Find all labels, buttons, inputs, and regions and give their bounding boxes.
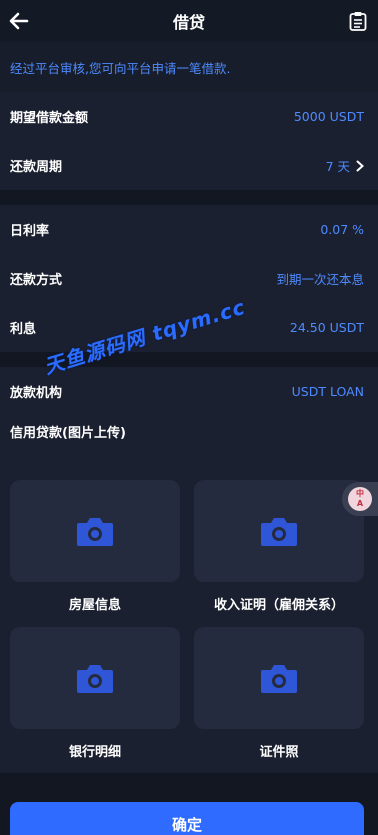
clipboard-icon[interactable] xyxy=(349,11,367,31)
upload-label-income: 收入证明（雇佣关系） xyxy=(213,598,344,613)
method-row: 还款方式 到期一次还本息 xyxy=(0,254,378,303)
translate-line1: 中 xyxy=(356,489,364,498)
translate-button[interactable]: 中 A xyxy=(342,482,378,516)
rate-row: 日利率 0.07 % xyxy=(0,205,378,254)
method-label: 还款方式 xyxy=(10,273,63,288)
period-label: 还款周期 xyxy=(10,160,63,175)
camera-icon xyxy=(261,518,297,546)
institution-label: 放款机构 xyxy=(10,386,63,401)
confirm-button[interactable]: 确定 xyxy=(10,802,364,835)
interest-value: 24.50 USDT xyxy=(289,320,364,335)
institution-value: USDT LOAN xyxy=(291,384,364,399)
notice-banner: 经过平台审核,您可向平台申请一笔借款. xyxy=(0,42,378,92)
amount-label: 期望借款金额 xyxy=(10,111,89,126)
upload-title: 信用贷款(图片上传) xyxy=(10,425,126,441)
translate-line2: A xyxy=(356,499,364,508)
period-value: 7 天 xyxy=(325,159,350,174)
notice-text: 经过平台审核,您可向平台申请一笔借款. xyxy=(10,60,231,76)
period-select[interactable]: 7 天 xyxy=(326,156,364,175)
upload-label-id: 证件照 xyxy=(259,745,299,760)
rate-value: 0.07 % xyxy=(320,222,364,237)
translate-icon: 中 A xyxy=(348,487,372,511)
method-value: 到期一次还本息 xyxy=(276,272,364,287)
upload-tile-bank[interactable] xyxy=(10,627,180,729)
upload-tile-id[interactable] xyxy=(194,627,364,729)
top-bar: 借贷 xyxy=(0,0,378,42)
upload-tile-income[interactable] xyxy=(194,480,364,582)
chevron-right-icon xyxy=(356,160,364,171)
period-row[interactable]: 还款周期 7 天 xyxy=(0,141,378,190)
camera-icon xyxy=(77,665,113,693)
camera-icon xyxy=(261,665,297,693)
rate-label: 日利率 xyxy=(10,224,50,239)
upload-tile-house[interactable] xyxy=(10,480,180,582)
arrow-left-icon[interactable] xyxy=(8,10,30,32)
camera-icon xyxy=(77,518,113,546)
amount-row: 期望借款金额 5000 USDT xyxy=(0,92,378,141)
loan-section: 期望借款金额 5000 USDT 还款周期 7 天 xyxy=(0,92,378,190)
interest-label: 利息 xyxy=(10,322,37,337)
upload-label-house: 房屋信息 xyxy=(68,598,121,613)
upload-label-bank: 银行明细 xyxy=(68,745,121,760)
page-title: 借贷 xyxy=(172,13,205,32)
amount-value: 5000 USDT xyxy=(293,109,364,124)
